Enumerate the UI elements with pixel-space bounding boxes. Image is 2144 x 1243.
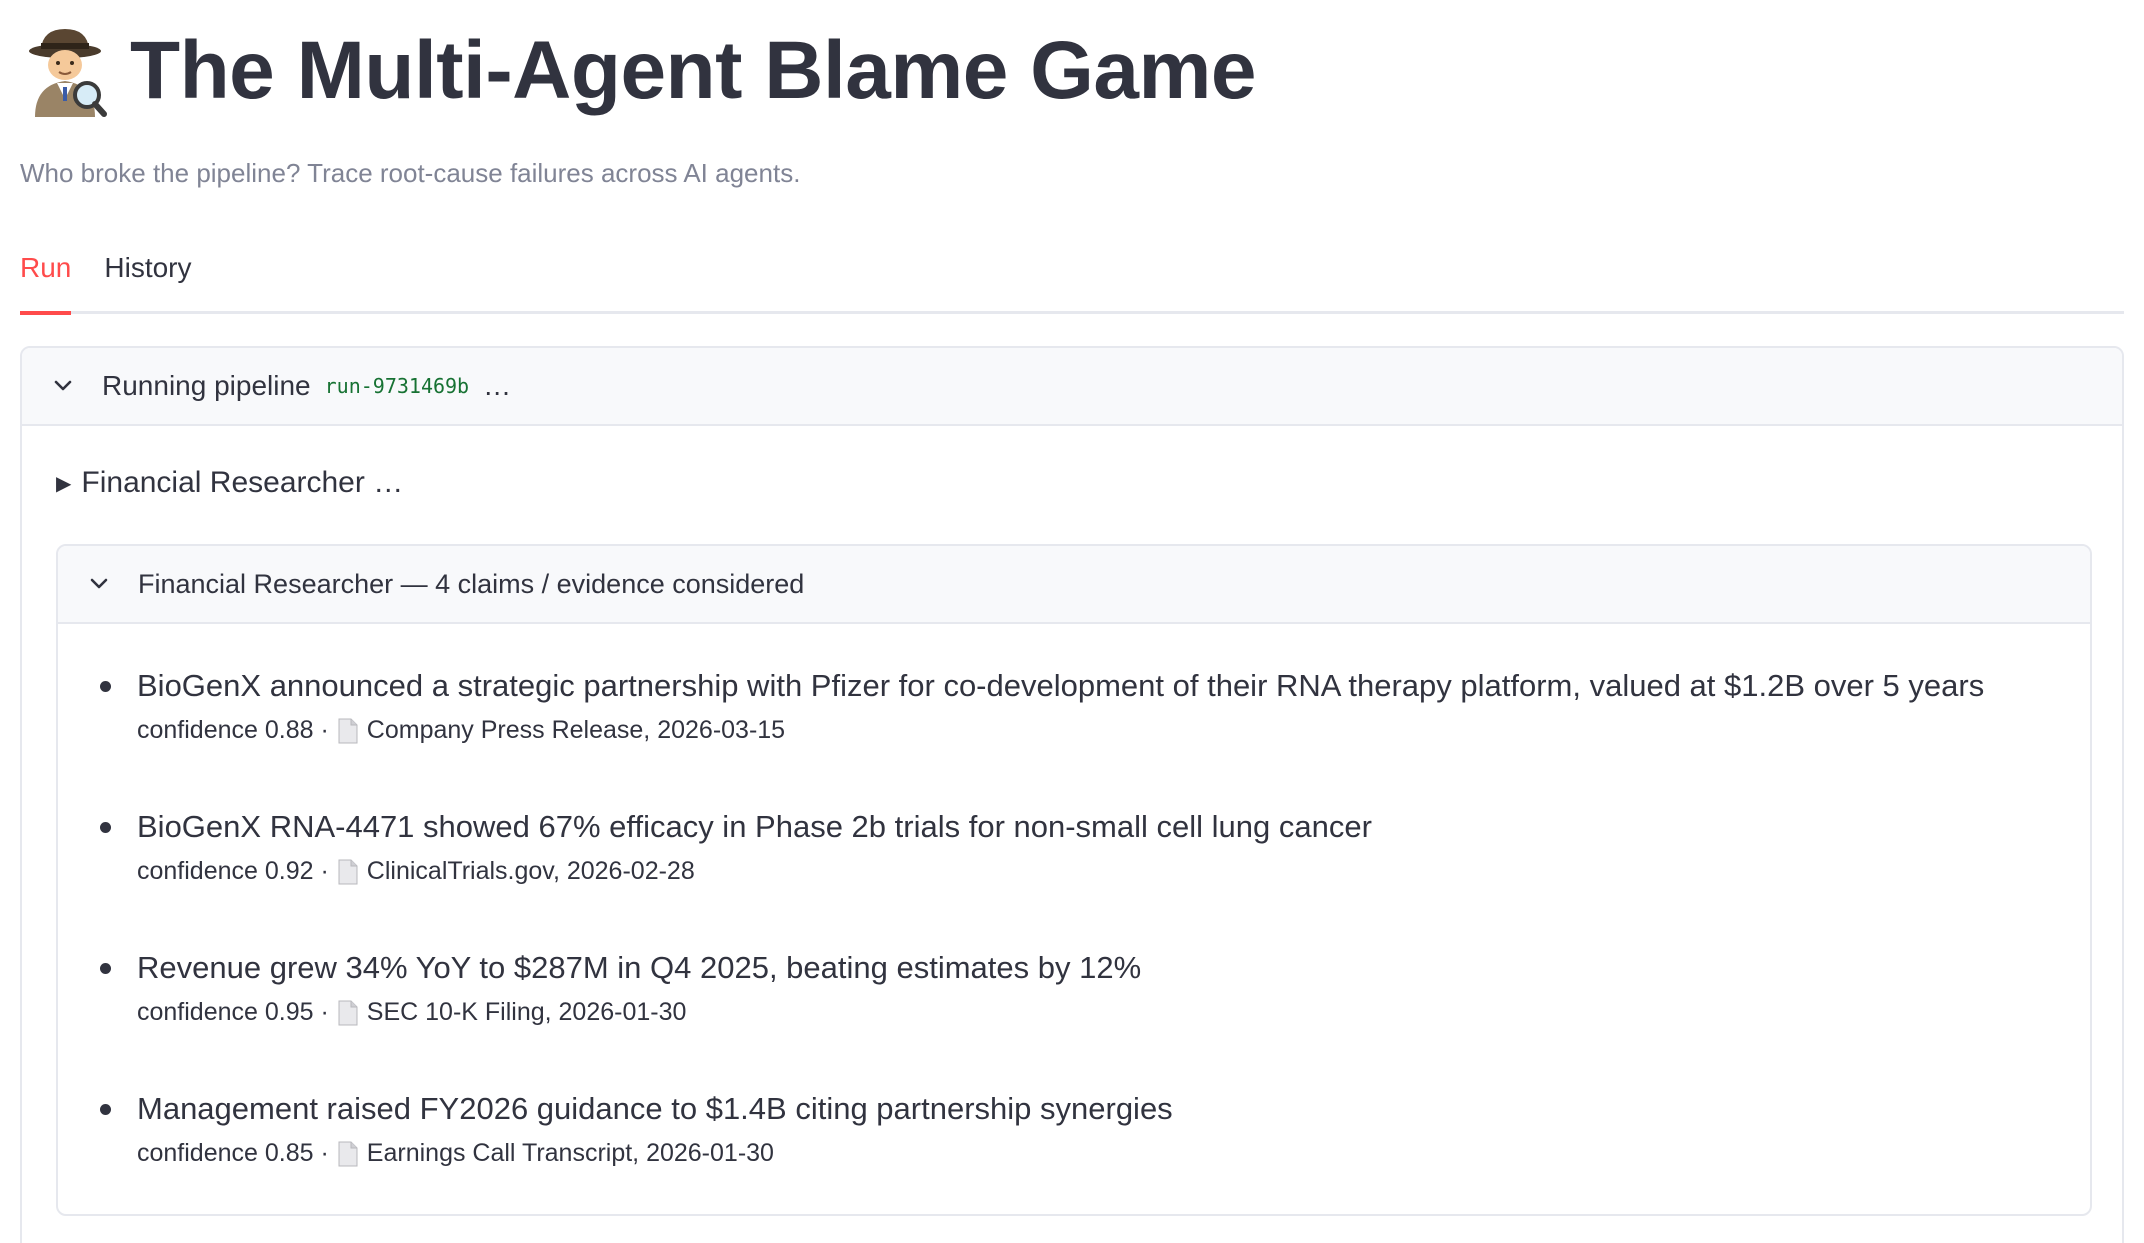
document-icon	[337, 1000, 361, 1026]
claim-source: SEC 10-K Filing, 2026-01-30	[366, 998, 687, 1026]
list-item: BioGenX announced a strategic partnershi…	[58, 664, 2090, 805]
document-icon	[337, 1141, 361, 1167]
detective-icon	[26, 24, 108, 118]
title-row: The Multi-Agent Blame Game	[26, 16, 1257, 126]
agent-claims-expander: Financial Researcher — 4 claims / eviden…	[56, 544, 2092, 1216]
bullet-icon	[100, 822, 111, 833]
claim-source: Company Press Release, 2026-03-15	[366, 716, 786, 744]
pipeline-expander-header[interactable]: Running pipeline run-9731469b …	[22, 348, 2122, 426]
bullet-icon	[100, 963, 111, 974]
page-title: The Multi-Agent Blame Game	[130, 25, 1257, 116]
running-ellipsis: …	[483, 370, 512, 401]
agent-status-text: Financial Researcher …	[81, 466, 404, 499]
chevron-down-icon	[88, 573, 110, 595]
list-item: Revenue grew 34% YoY to $287M in Q4 2025…	[58, 946, 2090, 1087]
run-id-code: run-9731469b	[324, 374, 470, 398]
document-icon	[337, 859, 361, 885]
claim-confidence: confidence 0.85 ·	[137, 1139, 329, 1167]
document-icon	[337, 718, 361, 744]
claim-confidence: confidence 0.92 ·	[137, 857, 329, 885]
tab-run[interactable]: Run	[20, 246, 72, 315]
bullet-icon	[100, 681, 111, 692]
claim-text: Management raised FY2026 guidance to $1.…	[137, 1091, 1173, 1126]
pipeline-label: Running pipeline	[102, 370, 311, 401]
agent-claims-expander-header[interactable]: Financial Researcher — 4 claims / eviden…	[58, 546, 2090, 624]
bullet-icon	[100, 1104, 111, 1115]
claim-meta: confidence 0.88 · Company Press Release,…	[137, 716, 2090, 745]
claims-list: BioGenX announced a strategic partnershi…	[58, 624, 2090, 1214]
claim-meta: confidence 0.92 · ClinicalTrials.gov, 20…	[137, 857, 2090, 886]
claim-confidence: confidence 0.95 ·	[137, 998, 329, 1026]
list-item: BioGenX RNA-4471 showed 67% efficacy in …	[58, 805, 2090, 946]
claim-source: ClinicalTrials.gov, 2026-02-28	[366, 857, 695, 885]
app-page: The Multi-Agent Blame Game Who broke the…	[0, 0, 2144, 1243]
claim-meta: confidence 0.95 · SEC 10-K Filing, 2026-…	[137, 998, 2090, 1027]
pipeline-expander: Running pipeline run-9731469b … ▶ Financ…	[20, 346, 2124, 1243]
claim-text: BioGenX announced a strategic partnershi…	[137, 668, 1985, 703]
claim-meta: confidence 0.85 · Earnings Call Transcri…	[137, 1139, 2090, 1168]
agent-status-line: ▶ Financial Researcher …	[56, 466, 403, 500]
claim-confidence: confidence 0.88 ·	[137, 716, 329, 744]
list-item: Management raised FY2026 guidance to $1.…	[58, 1087, 2090, 1214]
tab-history[interactable]: History	[104, 246, 191, 312]
claim-text: Revenue grew 34% YoY to $287M in Q4 2025…	[137, 950, 1142, 985]
page-subtitle: Who broke the pipeline? Trace root-cause…	[20, 158, 801, 188]
chevron-down-icon	[52, 375, 74, 397]
tab-bar: Run History	[20, 246, 2124, 315]
play-triangle-icon: ▶	[56, 472, 72, 495]
agent-claims-label: Financial Researcher — 4 claims / eviden…	[138, 568, 805, 599]
claim-source: Earnings Call Transcript, 2026-01-30	[366, 1139, 774, 1167]
claim-text: BioGenX RNA-4471 showed 67% efficacy in …	[137, 809, 1372, 844]
